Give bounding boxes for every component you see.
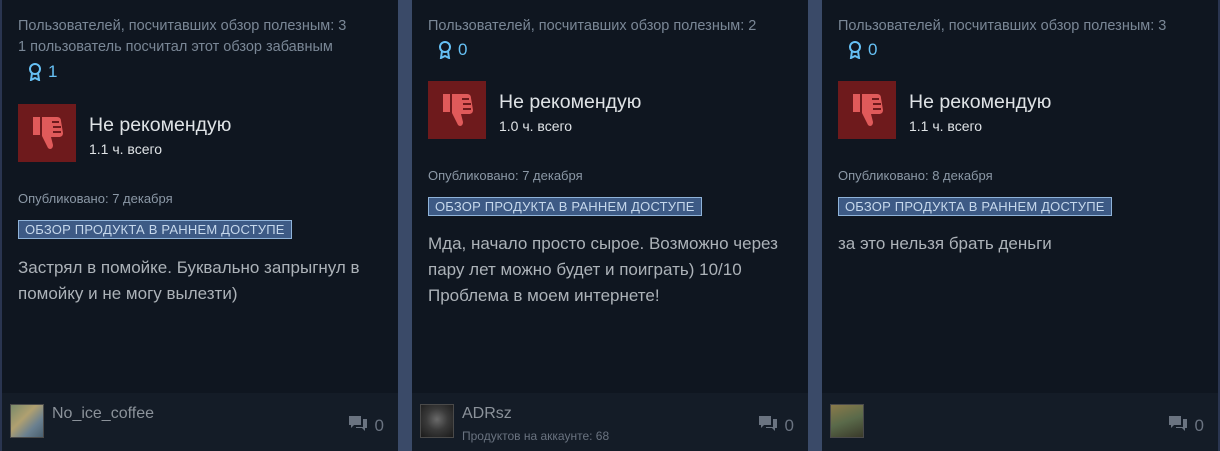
helpful-count-text: Пользователей, посчитавших обзор полезны… [18,18,347,34]
review-footer: ADRsz Продуктов на аккаунте: 68 0 [412,393,808,451]
hours-played: 1.1 ч. всего [909,118,983,134]
comments-button[interactable]: 0 [757,414,794,437]
award-button[interactable]: 0 [438,40,467,60]
comment-count: 0 [374,415,384,435]
hours-played: 1.1 ч. всего [89,141,163,157]
award-button[interactable]: 0 [848,40,877,60]
helpful-count-text: Пользователей, посчитавших обзор полезны… [428,18,757,34]
review-text: Мда, начало просто сырое. Возможно через… [428,234,778,305]
award-icon [28,63,42,81]
comment-icon [757,414,779,437]
award-icon [438,41,452,59]
posted-date: Опубликовано: 7 декабря [428,168,583,183]
verdict-block: Не рекомендую 1.0 ч. всего [428,81,641,139]
posted-date: Опубликовано: 7 декабря [18,191,173,206]
helpfulness-info: Пользователей, посчитавших обзор полезны… [428,16,798,37]
avatar[interactable] [10,404,44,438]
verdict-block: Не рекомендую 1.1 ч. всего [18,104,231,162]
helpfulness-info: Пользователей, посчитавших обзор полезны… [18,16,388,58]
verdict-block: Не рекомендую 1.1 ч. всего [838,81,1051,139]
review-card-body: Пользователей, посчитавших обзор полезны… [822,0,1218,393]
early-access-badge: ОБЗОР ПРОДУКТА В РАННЕМ ДОСТУПЕ [428,197,702,216]
author-name[interactable]: ADRsz [462,405,512,423]
products-count: Продуктов на аккаунте: 68 [462,429,610,443]
thumbs-down-icon [18,104,76,162]
thumbs-down-icon [838,81,896,139]
review-footer: No_ice_coffee 0 [2,393,398,451]
verdict-title: Не рекомендую [909,91,1052,113]
comment-icon [347,414,369,437]
award-count: 0 [868,40,878,59]
early-access-badge: ОБЗОР ПРОДУКТА В РАННЕМ ДОСТУПЕ [838,197,1112,216]
award-count: 1 [48,62,58,81]
review-card: Пользователей, посчитавших обзор полезны… [822,0,1218,451]
thumbs-down-icon [428,81,486,139]
review-card: Пользователей, посчитавших обзор полезны… [412,0,808,451]
review-card: Пользователей, посчитавших обзор полезны… [2,0,398,451]
avatar[interactable] [830,404,864,438]
comments-button[interactable]: 0 [347,414,384,437]
posted-date: Опубликовано: 8 декабря [838,168,993,183]
early-access-badge: ОБЗОР ПРОДУКТА В РАННЕМ ДОСТУПЕ [18,220,292,239]
verdict-title: Не рекомендую [499,91,642,113]
verdict-title: Не рекомендую [89,114,232,136]
comment-count: 0 [1194,415,1204,435]
comments-button[interactable]: 0 [1167,414,1204,437]
review-text: за это нельзя брать деньги [838,234,1052,253]
award-icon [848,41,862,59]
helpfulness-info: Пользователей, посчитавших обзор полезны… [838,16,1208,37]
comment-count: 0 [784,415,794,435]
helpful-count-text: Пользователей, посчитавших обзор полезны… [838,18,1167,34]
award-button[interactable]: 1 [28,62,57,82]
review-footer: 0 [822,393,1218,451]
review-text: Застрял в помойке. Буквально запрыгнул в… [18,258,360,303]
avatar[interactable] [420,404,454,438]
award-count: 0 [458,40,468,59]
author-name[interactable]: No_ice_coffee [52,405,154,423]
comment-icon [1167,414,1189,437]
review-card-body: Пользователей, посчитавших обзор полезны… [2,0,398,393]
hours-played: 1.0 ч. всего [499,118,573,134]
funny-count-text: 1 пользователь посчитал этот обзор забав… [18,39,333,55]
review-card-body: Пользователей, посчитавших обзор полезны… [412,0,808,393]
